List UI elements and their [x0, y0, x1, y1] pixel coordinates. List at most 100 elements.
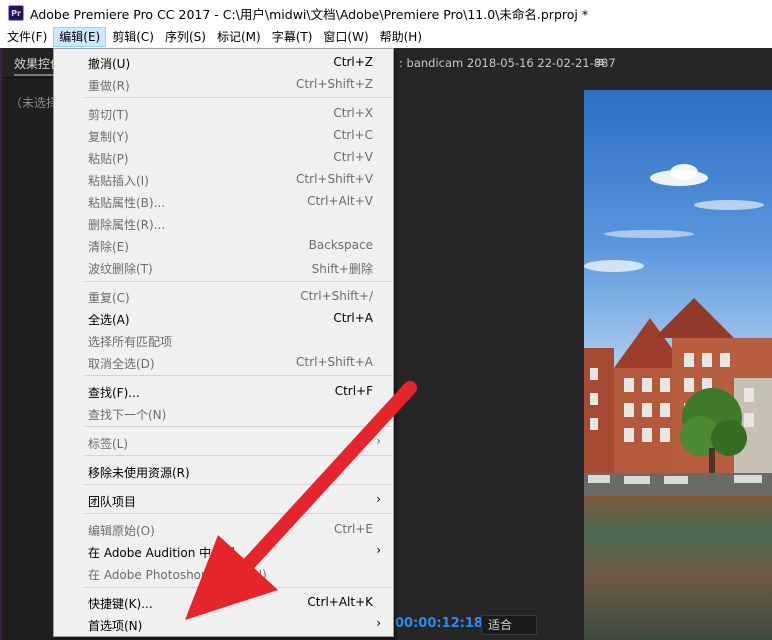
menu-item-shortcut: Ctrl+Z — [333, 55, 373, 69]
submenu-arrow-icon: › — [376, 492, 381, 506]
program-monitor-panel: : bandicam 2018-05-16 22-02-21-887 ≡ 00:… — [395, 48, 772, 640]
premiere-pro-app-icon: Pr — [8, 5, 24, 21]
menu-separator — [84, 513, 392, 514]
menu-item-label: 标签(L) — [88, 437, 129, 451]
menu-item-ripple-delete[interactable]: 波纹删除(T) Shift+删除 — [54, 256, 393, 278]
menu-item-clear[interactable]: 清除(E) Backspace — [54, 234, 393, 256]
video-preview — [584, 90, 772, 640]
menu-window[interactable]: 窗口(W) — [318, 27, 373, 47]
menu-item-shortcut: Ctrl+Shift+A — [296, 355, 373, 369]
menu-item-label: 删除属性(R)... — [88, 218, 166, 232]
menu-item-select-all-matching[interactable]: 选择所有匹配项 — [54, 329, 393, 351]
menu-item-select-all[interactable]: 全选(A) Ctrl+A — [54, 307, 393, 329]
menu-separator — [84, 587, 392, 588]
window-title: Adobe Premiere Pro CC 2017 - C:\用户\midwi… — [30, 6, 589, 22]
menu-item-label: 查找(F)... — [88, 386, 140, 400]
menu-item-keyboard-shortcuts[interactable]: 快捷键(K)... Ctrl+Alt+K — [54, 591, 393, 613]
menu-item-label: 在 Adobe Photoshop 中编辑(H) — [88, 568, 267, 582]
menu-item-label-submenu[interactable]: 标签(L) › — [54, 431, 393, 453]
menu-item-find[interactable]: 查找(F)... Ctrl+F — [54, 380, 393, 402]
no-clip-selected-label: （未选择剪辑） — [10, 96, 56, 110]
zoom-fit-select[interactable]: 适合 — [481, 615, 537, 635]
menu-item-label: 选择所有匹配项 — [88, 335, 173, 349]
menu-item-shortcut: Ctrl+Alt+K — [307, 595, 373, 609]
canal-water-graphic — [584, 496, 772, 640]
menu-item-shortcut: Backspace — [308, 238, 373, 252]
menu-item-remove-attributes[interactable]: 删除属性(R)... — [54, 212, 393, 234]
playhead-timecode[interactable]: 00:00:12:18 — [395, 616, 483, 631]
menu-item-shortcut: Ctrl+E — [334, 522, 373, 536]
tab-effect-controls[interactable]: 效果控件 — [14, 55, 54, 76]
menu-item-preferences[interactable]: 首选项(N) › — [54, 613, 393, 635]
menu-item-shortcut: Ctrl+Shift+V — [296, 172, 373, 186]
menu-item-label: 清除(E) — [88, 240, 129, 254]
tab-program-monitor[interactable]: : bandicam 2018-05-16 22-02-21-887 — [399, 56, 616, 70]
brick-building-graphic — [584, 298, 772, 496]
menu-item-shortcut: Ctrl+Alt+V — [307, 194, 373, 208]
menu-item-label: 在 Adobe Audition 中编辑 — [88, 546, 236, 560]
submenu-arrow-icon: › — [376, 543, 381, 557]
menu-title[interactable]: 字幕(T) — [267, 27, 318, 47]
menu-item-shortcut: Ctrl+A — [333, 311, 373, 325]
menu-item-shortcut: Ctrl+V — [333, 150, 373, 164]
menu-item-find-next[interactable]: 查找下一个(N) — [54, 402, 393, 424]
menu-item-label: 粘贴(P) — [88, 152, 129, 166]
menu-item-label: 粘贴属性(B)... — [88, 196, 166, 210]
menu-item-edit-original[interactable]: 编辑原始(O) Ctrl+E — [54, 518, 393, 540]
menu-marker[interactable]: 标记(M) — [212, 27, 266, 47]
submenu-arrow-icon: › — [376, 616, 381, 630]
menu-item-label: 取消全选(D) — [88, 357, 155, 371]
menu-separator — [84, 484, 392, 485]
menu-separator — [84, 97, 392, 98]
menu-item-edit-in-audition[interactable]: 在 Adobe Audition 中编辑 › — [54, 540, 393, 562]
menu-item-label: 复制(Y) — [88, 130, 129, 144]
menu-item-paste[interactable]: 粘贴(P) Ctrl+V — [54, 146, 393, 168]
menu-help[interactable]: 帮助(H) — [375, 27, 427, 47]
menu-item-team-projects[interactable]: 团队项目 › — [54, 489, 393, 511]
menu-separator — [84, 281, 392, 282]
menu-item-deselect-all[interactable]: 取消全选(D) Ctrl+Shift+A — [54, 351, 393, 373]
hamburger-icon[interactable]: ≡ — [595, 55, 606, 70]
menu-item-paste-insert[interactable]: 粘贴插入(I) Ctrl+Shift+V — [54, 168, 393, 190]
cloud-shape — [604, 230, 694, 238]
menu-item-label: 撤消(U) — [88, 57, 131, 71]
menu-item-copy[interactable]: 复制(Y) Ctrl+C — [54, 124, 393, 146]
menu-clip[interactable]: 剪辑(C) — [107, 27, 159, 47]
menu-item-duplicate[interactable]: 重复(C) Ctrl+Shift+/ — [54, 285, 393, 307]
menu-item-label: 快捷键(K)... — [88, 597, 153, 611]
menu-sequence[interactable]: 序列(S) — [160, 27, 211, 47]
menu-item-cut[interactable]: 剪切(T) Ctrl+X — [54, 102, 393, 124]
menu-item-label: 全选(A) — [88, 313, 130, 327]
menu-item-edit-in-photoshop[interactable]: 在 Adobe Photoshop 中编辑(H) — [54, 562, 393, 584]
submenu-arrow-icon: › — [376, 434, 381, 448]
menu-item-shortcut: Shift+删除 — [311, 262, 373, 276]
menu-separator — [84, 375, 392, 376]
menu-item-redo[interactable]: 重做(R) Ctrl+Shift+Z — [54, 73, 393, 95]
cloud-shape — [670, 164, 698, 180]
menu-item-label: 剪切(T) — [88, 108, 129, 122]
menu-separator — [84, 455, 392, 456]
menu-item-label: 重做(R) — [88, 79, 130, 93]
menu-bar: 文件(F) 编辑(E) 剪辑(C) 序列(S) 标记(M) 字幕(T) 窗口(W… — [0, 26, 772, 48]
menu-item-label: 首选项(N) — [88, 619, 143, 633]
edit-menu-dropdown: 撤消(U) Ctrl+Z 重做(R) Ctrl+Shift+Z 剪切(T) Ct… — [53, 48, 394, 637]
menu-item-paste-attributes[interactable]: 粘贴属性(B)... Ctrl+Alt+V — [54, 190, 393, 212]
menu-item-undo[interactable]: 撤消(U) Ctrl+Z — [54, 51, 393, 73]
menu-item-shortcut: Ctrl+X — [333, 106, 373, 120]
menu-item-label: 查找下一个(N) — [88, 408, 167, 422]
menu-edit[interactable]: 编辑(E) — [53, 27, 107, 47]
menu-item-shortcut: Ctrl+F — [334, 384, 373, 398]
menu-separator — [84, 426, 392, 427]
menu-item-label: 重复(C) — [88, 291, 130, 305]
cloud-shape — [694, 200, 764, 210]
menu-item-label: 移除未使用资源(R) — [88, 466, 190, 480]
menu-file[interactable]: 文件(F) — [2, 27, 52, 47]
menu-item-shortcut: Ctrl+Shift+/ — [300, 289, 373, 303]
menu-item-label: 波纹删除(T) — [88, 262, 153, 276]
menu-item-shortcut: Ctrl+Shift+Z — [296, 77, 373, 91]
title-bar: Pr Adobe Premiere Pro CC 2017 - C:\用户\mi… — [0, 0, 772, 26]
menu-item-label: 团队项目 — [88, 495, 137, 509]
menu-item-remove-unused[interactable]: 移除未使用资源(R) — [54, 460, 393, 482]
menu-item-label: 编辑原始(O) — [88, 524, 155, 538]
menu-item-shortcut: Ctrl+C — [333, 128, 373, 142]
